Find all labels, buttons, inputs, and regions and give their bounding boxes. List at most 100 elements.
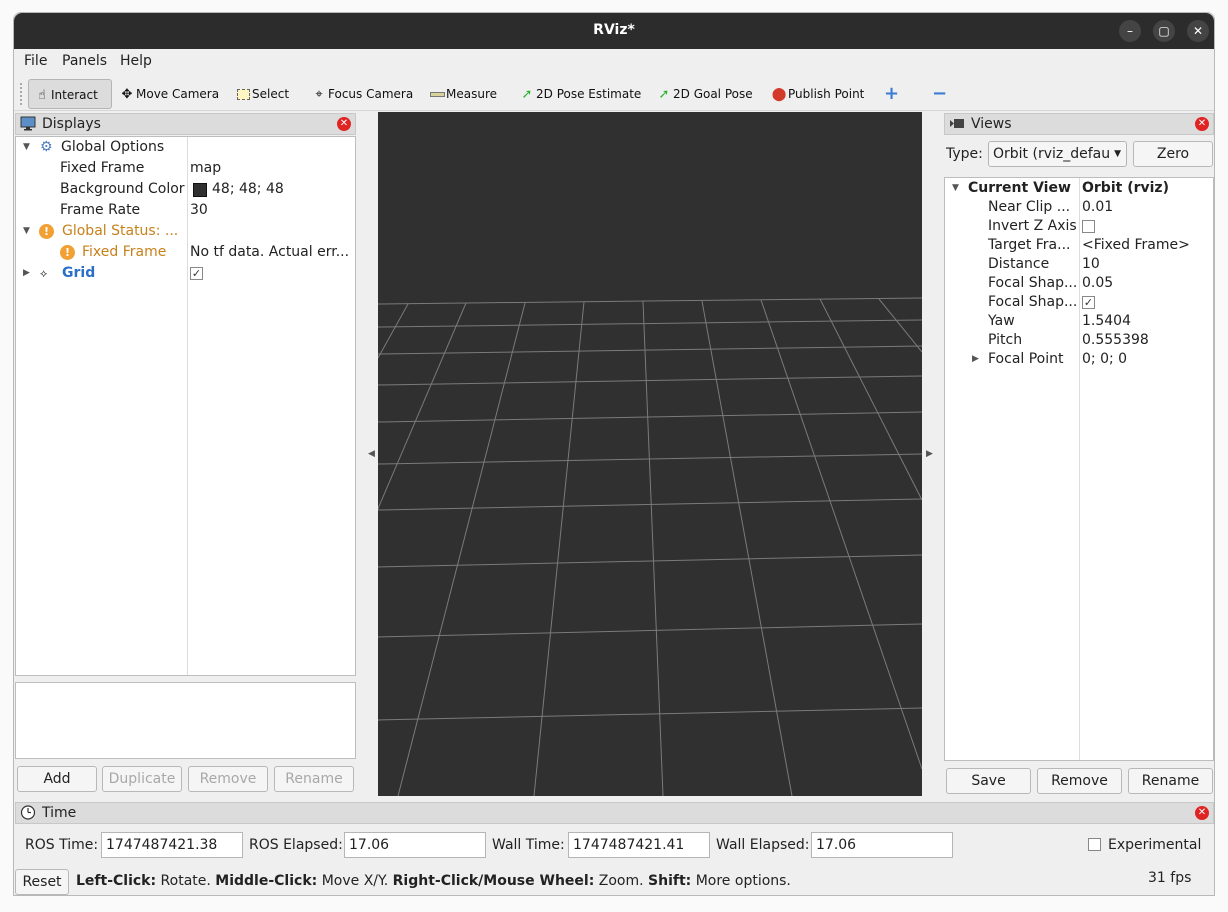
status-fixed-frame-label: Fixed Frame [82,244,167,260]
save-view-button[interactable]: Save [946,768,1031,794]
menu-panels[interactable]: Panels [62,53,107,69]
prop-value[interactable]: <Fixed Frame> [1082,235,1190,256]
views-title: Views [971,116,1012,132]
tool-label: Focus Camera [328,87,414,101]
focal-shape-checkbox[interactable]: ✓ [1082,296,1095,309]
tree-row-frame-rate[interactable]: Frame Rate 30 [16,200,355,221]
experimental-checkbox[interactable] [1088,838,1101,851]
collapse-right-panel-icon[interactable]: ▶ [926,449,933,459]
window-title: RViz* [593,22,635,38]
view-prop-invert-z[interactable]: Invert Z Axis [945,216,1213,237]
fixed-frame-value[interactable]: map [190,158,221,179]
prop-value[interactable]: 0.01 [1082,197,1113,218]
reset-button[interactable]: Reset [15,869,69,895]
add-tool-button[interactable]: + [880,79,903,109]
remove-display-button[interactable]: Remove [188,766,268,792]
prop-label: Near Clip ... [988,199,1071,215]
menu-help[interactable]: Help [120,53,152,69]
expand-arrow-icon[interactable]: ▼ [23,221,30,242]
green-arrow-icon: ➚ [658,87,670,102]
tool-move-camera[interactable]: ✥ Move Camera [114,79,223,109]
rviz-window: RViz* – ▢ ✕ File Panels Help ☝ Interact ✥… [13,12,1215,896]
menu-file[interactable]: File [24,53,47,69]
tool-2d-goal-pose[interactable]: ➚ 2D Goal Pose [651,79,757,109]
tool-measure[interactable]: Measure [424,79,501,109]
view-prop-focal-shape-fixed[interactable]: Focal Shap... ✓ [945,292,1213,313]
map-pin-icon: ⬤ [771,87,787,102]
hint-action: Move X/Y. [317,873,393,889]
wall-elapsed-field[interactable]: 17.06 [811,832,953,858]
minimize-icon[interactable]: – [1119,20,1141,42]
expand-arrow-icon[interactable]: ▼ [952,178,959,199]
add-display-button[interactable]: Add [17,766,97,792]
background-color-value[interactable]: 48; 48; 48 [212,179,284,200]
ros-elapsed-label: ROS Elapsed: [249,837,343,853]
prop-label: Target Fra... [988,237,1071,253]
tree-row-current-view[interactable]: ▼ Current View Orbit (rviz) [945,178,1213,199]
duplicate-display-button[interactable]: Duplicate [102,766,182,792]
view-prop-yaw[interactable]: Yaw 1.5404 [945,311,1213,332]
prop-value[interactable]: 0.555398 [1082,330,1149,351]
menu-bar: File Panels Help [14,50,1214,74]
close-icon[interactable]: ✕ [1187,20,1209,42]
view-prop-focal-point[interactable]: ▶ Focal Point 0; 0; 0 [945,349,1213,370]
prop-label: Focal Shap... [988,275,1078,291]
current-view-label: Current View [968,180,1071,196]
prop-label: Focal Shap... [988,294,1078,310]
ros-time-field[interactable]: 1747487421.38 [101,832,243,858]
prop-value[interactable]: 0.05 [1082,273,1113,294]
close-panel-icon[interactable]: ✕ [1195,117,1209,131]
color-swatch[interactable] [193,183,207,197]
grid-enabled-checkbox[interactable]: ✓ [190,267,203,280]
frame-rate-value[interactable]: 30 [190,200,208,221]
tool-interact[interactable]: ☝ Interact [28,79,112,109]
ros-elapsed-field[interactable]: 17.06 [344,832,486,858]
view-prop-target-frame[interactable]: Target Fra... <Fixed Frame> [945,235,1213,256]
wall-time-field[interactable]: 1747487421.41 [568,832,710,858]
prop-label: Invert Z Axis [988,218,1077,234]
zero-view-button[interactable]: Zero [1133,141,1213,167]
close-panel-icon[interactable]: ✕ [337,117,351,131]
prop-value[interactable]: 10 [1082,254,1100,275]
camera-icon [950,119,964,128]
prop-value[interactable]: 1.5404 [1082,311,1131,332]
monitor-icon [20,116,36,131]
render-viewport[interactable] [378,112,922,796]
wall-time-label: Wall Time: [492,837,565,853]
remove-view-button[interactable]: Remove [1037,768,1122,794]
tool-publish-point[interactable]: ⬤ Publish Point [766,79,868,109]
tree-row-global-options[interactable]: ▼ ⚙ Global Options [16,137,355,158]
view-prop-pitch[interactable]: Pitch 0.555398 [945,330,1213,351]
close-panel-icon[interactable]: ✕ [1195,806,1209,820]
fps-readout: 31 fps [1148,870,1192,886]
maximize-icon[interactable]: ▢ [1153,20,1175,42]
view-type-select[interactable]: Orbit (rviz_defau ▼ [988,141,1127,167]
remove-tool-button[interactable]: − [928,79,951,109]
rename-display-button[interactable]: Rename [274,766,354,792]
tree-row-global-status[interactable]: ▼ ! Global Status: ... [16,221,355,242]
collapse-left-panel-icon[interactable]: ◀ [368,449,375,459]
clock-icon [20,805,36,820]
invert-z-checkbox[interactable] [1082,220,1095,233]
tool-focus-camera[interactable]: ⌖ Focus Camera [306,79,417,109]
toolbar-grip[interactable] [20,83,24,105]
view-type-value: Orbit (rviz_defau [993,146,1111,162]
expand-arrow-icon[interactable]: ▼ [23,137,30,158]
ros-time-label: ROS Time: [25,837,99,853]
rename-view-button[interactable]: Rename [1128,768,1213,794]
tree-row-grid[interactable]: ▶ ⟡ Grid ✓ [16,263,355,284]
hand-icon: ☝ [38,88,46,103]
tree-row-background-color[interactable]: Background Color 48; 48; 48 [16,179,355,200]
tool-2d-pose-estimate[interactable]: ➚ 2D Pose Estimate [514,79,645,109]
view-prop-near-clip[interactable]: Near Clip ... 0.01 [945,197,1213,218]
view-prop-focal-shape-size[interactable]: Focal Shap... 0.05 [945,273,1213,294]
title-bar: RViz* – ▢ ✕ [14,13,1214,49]
collapse-arrow-icon[interactable]: ▶ [23,263,30,284]
view-prop-distance[interactable]: Distance 10 [945,254,1213,275]
collapse-arrow-icon[interactable]: ▶ [972,349,979,370]
tree-row-status-fixed-frame[interactable]: ! Fixed Frame No tf data. Actual err... [16,242,355,263]
prop-value[interactable]: 0; 0; 0 [1082,349,1127,370]
tree-row-fixed-frame[interactable]: Fixed Frame map [16,158,355,179]
tool-select[interactable]: Select [230,79,293,109]
warning-icon: ! [39,224,54,239]
